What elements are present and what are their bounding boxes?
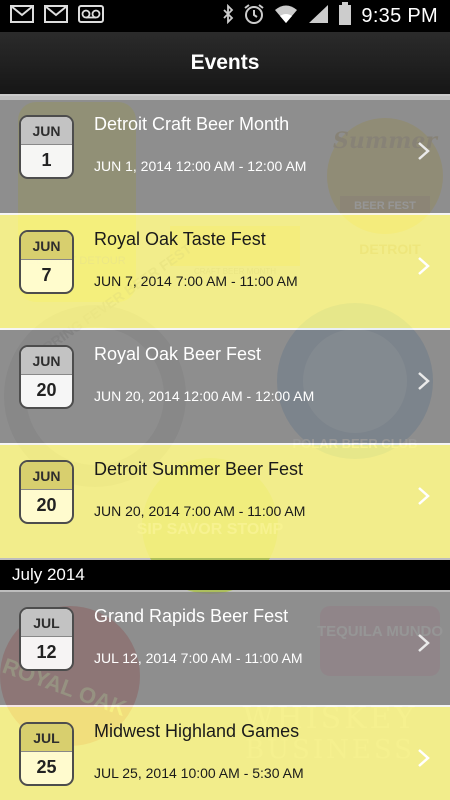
event-datetime: JUN 20, 2014 12:00 AM - 12:00 AM xyxy=(94,388,315,404)
chevron-right-icon xyxy=(418,257,430,275)
date-badge-month: JUN xyxy=(21,117,72,145)
date-badge-day: 7 xyxy=(41,265,52,285)
date-badge-day: 1 xyxy=(41,150,52,170)
date-badge: JUN 20 xyxy=(19,460,74,524)
date-badge: JUN 7 xyxy=(19,230,74,294)
gmail-icon xyxy=(44,4,68,28)
event-title: Royal Oak Beer Fest xyxy=(94,344,262,364)
event-datetime: JUN 7, 2014 7:00 AM - 11:00 AM xyxy=(94,273,298,289)
event-row[interactable]: JUN 1 Detroit Craft Beer Month JUN 1, 20… xyxy=(0,100,450,213)
chevron-right-icon xyxy=(418,634,430,652)
event-row[interactable]: JUN 7 Royal Oak Taste Fest JUN 7, 2014 7… xyxy=(0,215,450,328)
gmail-icon xyxy=(10,4,34,28)
event-title: Royal Oak Taste Fest xyxy=(94,229,266,249)
battery-icon xyxy=(338,1,352,31)
section-header-month: July 2014 xyxy=(0,560,450,590)
date-badge-day: 12 xyxy=(36,642,57,662)
chevron-right-icon xyxy=(418,487,430,505)
event-datetime: JUL 25, 2014 10:00 AM - 5:30 AM xyxy=(94,765,304,781)
date-badge: JUN 20 xyxy=(19,345,74,409)
status-bar: 9:35 PM xyxy=(0,0,450,32)
page-title: Events xyxy=(190,51,260,74)
alarm-icon xyxy=(243,3,265,30)
event-datetime: JUL 12, 2014 7:00 AM - 11:00 AM xyxy=(94,650,303,666)
chevron-right-icon xyxy=(418,372,430,390)
system-icons: 9:35 PM xyxy=(222,1,450,31)
voicemail-icon xyxy=(78,4,104,28)
date-badge: JUL 25 xyxy=(19,722,74,786)
event-list[interactable]: DETROIT DETOUR CRAFT BEER MONTH Summer B… xyxy=(0,96,450,800)
date-badge: JUN 1 xyxy=(19,115,74,179)
event-row[interactable]: JUL 25 Midwest Highland Games JUL 25, 20… xyxy=(0,707,450,800)
event-title: Detroit Craft Beer Month xyxy=(94,114,290,134)
wifi-icon xyxy=(274,4,298,29)
status-time: 9:35 PM xyxy=(361,4,438,27)
date-badge-month: JUN xyxy=(21,347,72,375)
date-badge-month: JUL xyxy=(21,724,72,752)
event-row[interactable]: JUN 20 Detroit Summer Beer Fest JUN 20, … xyxy=(0,445,450,558)
date-badge-day: 20 xyxy=(36,495,57,515)
date-badge-month: JUN xyxy=(21,232,72,260)
event-datetime: JUN 20, 2014 7:00 AM - 11:00 AM xyxy=(94,503,306,519)
action-bar: Events xyxy=(0,32,450,94)
bluetooth-icon xyxy=(222,3,234,29)
date-badge-month: JUN xyxy=(21,462,72,490)
chevron-right-icon xyxy=(418,749,430,767)
chevron-right-icon xyxy=(418,142,430,160)
date-badge-month: JUL xyxy=(21,609,72,637)
event-datetime: JUN 1, 2014 12:00 AM - 12:00 AM xyxy=(94,158,307,174)
event-title: Grand Rapids Beer Fest xyxy=(94,606,289,626)
event-title: Detroit Summer Beer Fest xyxy=(94,459,304,479)
date-badge-day: 20 xyxy=(36,380,57,400)
notification-icons xyxy=(0,4,104,28)
event-title: Midwest Highland Games xyxy=(94,721,300,741)
date-badge: JUL 12 xyxy=(19,607,74,671)
signal-icon xyxy=(307,4,329,29)
date-badge-day: 25 xyxy=(36,757,57,777)
event-row[interactable]: JUN 20 Royal Oak Beer Fest JUN 20, 2014 … xyxy=(0,330,450,443)
event-row[interactable]: JUL 12 Grand Rapids Beer Fest JUL 12, 20… xyxy=(0,592,450,705)
